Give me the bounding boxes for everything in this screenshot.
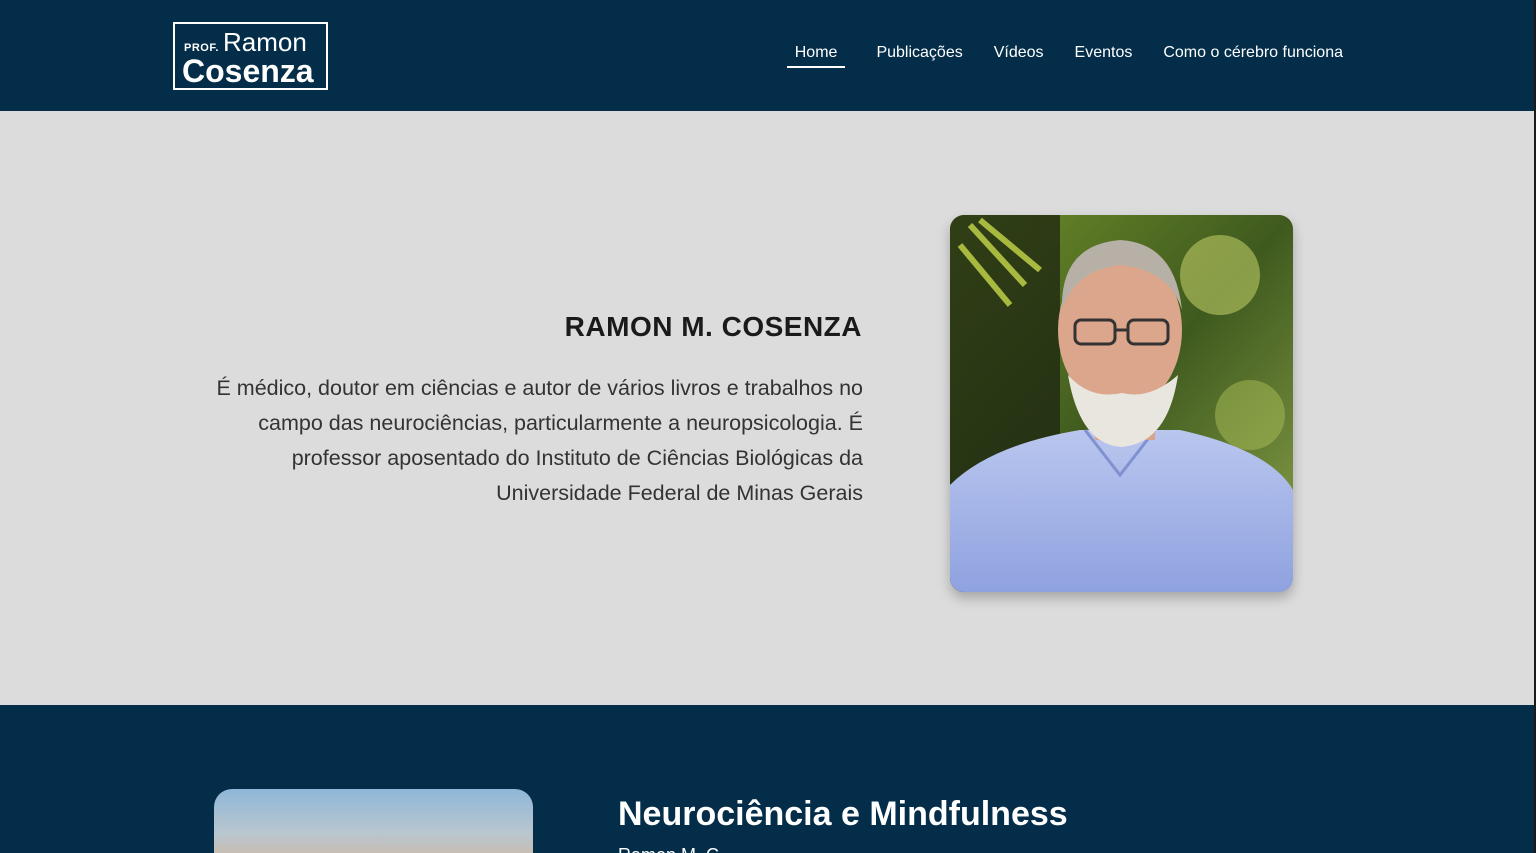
logo-last-name: Cosenza — [182, 53, 314, 89]
nav-eventos[interactable]: Eventos — [1075, 44, 1133, 68]
portrait-illustration — [950, 215, 1293, 592]
featured-thumbnail[interactable] — [214, 789, 533, 853]
nav-home[interactable]: Home — [786, 44, 846, 68]
nav-como-o-cerebro-funciona[interactable]: Como o cérebro funciona — [1163, 44, 1343, 68]
hero-section: RAMON M. COSENZA É médico, doutor em ciê… — [0, 111, 1536, 705]
featured-section: Neurociência e Mindfulness Ramon M. C — [0, 705, 1536, 853]
portrait-photo — [950, 215, 1293, 592]
hero-name: RAMON M. COSENZA — [564, 311, 862, 342]
site-header: PROF. Ramon Cosenza Home Publicações Víd… — [0, 0, 1536, 111]
featured-subtitle: Ramon M. C — [618, 845, 719, 853]
logo-first-name: Ramon — [223, 27, 307, 57]
nav-videos[interactable]: Vídeos — [994, 44, 1044, 68]
main-nav: Home Publicações Vídeos Eventos Como o c… — [786, 44, 1343, 68]
site-logo[interactable]: PROF. Ramon Cosenza — [173, 22, 328, 90]
nav-publicacoes[interactable]: Publicações — [876, 44, 962, 68]
hero-bio: É médico, doutor em ciências e autor de … — [216, 376, 863, 505]
featured-title[interactable]: Neurociência e Mindfulness — [618, 795, 1068, 834]
